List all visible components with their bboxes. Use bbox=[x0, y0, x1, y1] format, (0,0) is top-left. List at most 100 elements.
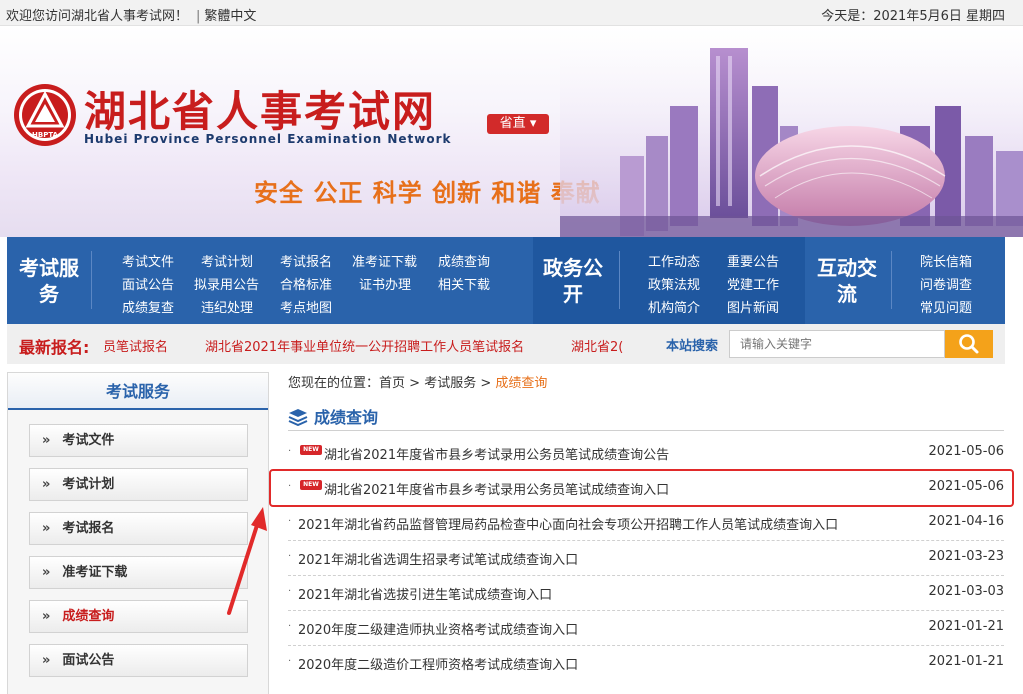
nav-section-exam-service: 考试服务 考试文件 考试计划 考试报名 准考证下载 成绩查询 面试公告 拟录用公… bbox=[7, 237, 533, 324]
list-item-date: 2021-03-03 bbox=[928, 584, 1004, 599]
highlight-box-annotation bbox=[269, 469, 1014, 507]
sidebar-item-label: 准考证下载 bbox=[62, 565, 128, 580]
nav-section-title: 政务公开 bbox=[543, 256, 603, 306]
list-item-date: 2021-05-06 bbox=[928, 444, 1004, 459]
double-chevron-right-icon: » bbox=[42, 477, 51, 492]
nav-item-score-review[interactable]: 成绩复查 bbox=[122, 297, 174, 316]
nav-item-admission-download[interactable]: 准考证下载 bbox=[352, 251, 417, 270]
registration-marquee: 员笔试报名 湖北省2021年事业单位统一公开招聘工作人员笔试报名 湖北省2( bbox=[103, 336, 623, 354]
latest-registration-label: 最新报名: bbox=[19, 338, 90, 357]
sidebar-item-label: 考试报名 bbox=[62, 521, 115, 536]
double-chevron-right-icon: » bbox=[42, 609, 51, 624]
latest-registration-bar: 最新报名: 员笔试报名 湖北省2021年事业单位统一公开招聘工作人员笔试报名 湖… bbox=[7, 324, 1005, 364]
search-input[interactable] bbox=[729, 330, 945, 358]
seal-text: HBPTA bbox=[32, 131, 59, 139]
marquee-link[interactable]: 湖北省2021年事业单位统一公开招聘工作人员笔试报名 bbox=[205, 336, 524, 354]
marquee-link[interactable]: 湖北省2( bbox=[571, 336, 623, 354]
today-date: 今天是：2021年5月6日 星期四 bbox=[821, 9, 1005, 24]
sidebar-item-label: 考试文件 bbox=[62, 433, 115, 448]
red-arrow-annotation-icon bbox=[227, 507, 267, 615]
nav-item-work-news[interactable]: 工作动态 bbox=[648, 251, 700, 270]
list-item-title[interactable]: 2020年度二级造价工程师资格考试成绩查询入口 bbox=[298, 654, 578, 673]
site-slogan: 安全 公正 科学 创新 和谐 奉献 bbox=[254, 179, 601, 207]
nav-item-policy[interactable]: 政策法规 bbox=[648, 274, 700, 293]
nav-item-certificate[interactable]: 证书办理 bbox=[359, 274, 411, 293]
top-bar: 欢迎您访问湖北省人事考试网！ | 繁體中文 今天是：2021年5月6日 星期四 bbox=[0, 0, 1023, 26]
breadcrumb-home[interactable]: 首页 bbox=[379, 376, 405, 391]
list-item-title[interactable]: 湖北省2021年度省市县乡考试录用公务员笔试成绩查询公告 bbox=[324, 444, 669, 463]
nav-item-important-notice[interactable]: 重要公告 bbox=[727, 251, 779, 270]
nav-item-exam-docs[interactable]: 考试文件 bbox=[122, 251, 174, 270]
bullet-dot-icon: · bbox=[288, 621, 292, 632]
nav-section-title: 互动交流 bbox=[817, 256, 877, 306]
sidebar-item-label: 考试计划 bbox=[62, 477, 115, 492]
double-chevron-right-icon: » bbox=[42, 433, 51, 448]
nav-item-party-work[interactable]: 党建工作 bbox=[727, 274, 779, 293]
double-chevron-right-icon: » bbox=[42, 521, 51, 536]
search-button[interactable] bbox=[945, 330, 993, 358]
province-select-label: 省直 bbox=[499, 116, 526, 131]
list-item[interactable]: · 2021年湖北省选拔引进生笔试成绩查询入口 2021-03-03 bbox=[288, 576, 1004, 611]
new-badge-icon: NEW bbox=[300, 445, 322, 455]
list-item-title[interactable]: 2020年度二级建造师执业资格考试成绩查询入口 bbox=[298, 619, 578, 638]
sidebar-item-interview-notice[interactable]: » 面试公告 bbox=[29, 644, 248, 677]
title-divider bbox=[288, 430, 1004, 431]
traditional-chinese-link[interactable]: 繁體中文 bbox=[204, 9, 256, 24]
nav-divider bbox=[619, 251, 620, 309]
nav-item-survey[interactable]: 问卷调查 bbox=[920, 274, 972, 293]
nav-item-interview-notice[interactable]: 面试公告 bbox=[122, 274, 174, 293]
breadcrumb-parent[interactable]: 考试服务 bbox=[424, 376, 476, 391]
sidebar-title: 考试服务 bbox=[8, 373, 268, 410]
sidebar-item-exam-plan[interactable]: » 考试计划 bbox=[29, 468, 248, 501]
city-skyline-illustration bbox=[560, 26, 1023, 237]
nav-item-faq[interactable]: 常见问题 bbox=[920, 297, 972, 316]
list-item-title[interactable]: 2021年湖北省药品监督管理局药品检查中心面向社会专项公开招聘工作人员笔试成绩查… bbox=[298, 514, 838, 533]
list-item[interactable]: · 2021年湖北省药品监督管理局药品检查中心面向社会专项公开招聘工作人员笔试成… bbox=[288, 506, 1004, 541]
page-title: 成绩查询 bbox=[288, 404, 378, 428]
nav-item-downloads[interactable]: 相关下载 bbox=[438, 274, 490, 293]
list-item-title[interactable]: 2021年湖北省选拔引进生笔试成绩查询入口 bbox=[298, 584, 552, 603]
chevron-down-icon: ▾ bbox=[529, 116, 537, 131]
bullet-dot-icon: · bbox=[288, 551, 292, 562]
nav-item-exam-registration[interactable]: 考试报名 bbox=[280, 251, 332, 270]
list-item[interactable]: · 2020年度二级建造师执业资格考试成绩查询入口 2021-01-21 bbox=[288, 611, 1004, 646]
nav-item-score-query[interactable]: 成绩查询 bbox=[438, 251, 490, 270]
welcome-text: 欢迎您访问湖北省人事考试网！ bbox=[6, 9, 189, 24]
bullet-dot-icon: · bbox=[288, 656, 292, 667]
list-item[interactable]: · NEW 湖北省2021年度省市县乡考试录用公务员笔试成绩查询公告 2021-… bbox=[288, 436, 1004, 471]
page-title-text: 成绩查询 bbox=[314, 408, 379, 427]
nav-item-photo-news[interactable]: 图片新闻 bbox=[727, 297, 779, 316]
nav-divider bbox=[891, 251, 892, 309]
nav-section-title: 考试服务 bbox=[19, 256, 79, 306]
breadcrumb-current: 成绩查询 bbox=[495, 376, 548, 391]
list-item[interactable]: · 2021年湖北省选调生招录考试笔试成绩查询入口 2021-03-23 bbox=[288, 541, 1004, 576]
list-item-title[interactable]: 2021年湖北省选调生招录考试笔试成绩查询入口 bbox=[298, 549, 578, 568]
province-select-button[interactable]: 省直 ▾ bbox=[487, 114, 549, 134]
nav-item-violation[interactable]: 违纪处理 bbox=[201, 297, 253, 316]
nav-item-hire-notice[interactable]: 拟录用公告 bbox=[194, 274, 259, 293]
sidebar-item-exam-docs[interactable]: » 考试文件 bbox=[29, 424, 248, 457]
breadcrumb: 您现在的位置：首页 > 考试服务 > 成绩查询 bbox=[288, 372, 547, 391]
breadcrumb-separator: > bbox=[480, 376, 492, 391]
sidebar-item-label: 成绩查询 bbox=[62, 609, 115, 624]
site-title[interactable]: 湖北省人事考试网 bbox=[84, 78, 436, 139]
site-search-label: 本站搜索 bbox=[666, 339, 719, 354]
sidebar-item-label: 面试公告 bbox=[62, 653, 115, 668]
breadcrumb-prefix: 您现在的位置： bbox=[288, 376, 380, 391]
marquee-link[interactable]: 员笔试报名 bbox=[103, 336, 168, 354]
nav-section-interaction: 互动交流 院长信箱 问卷调查 常见问题 bbox=[805, 237, 1005, 324]
breadcrumb-separator: > bbox=[409, 376, 421, 391]
list-item-date: 2021-01-21 bbox=[928, 654, 1004, 669]
nav-section-gov-affairs: 政务公开 工作动态 重要公告 政策法规 党建工作 机构简介 图片新闻 bbox=[533, 237, 805, 324]
nav-item-exam-plan[interactable]: 考试计划 bbox=[201, 251, 253, 270]
list-item[interactable]: · 2020年度二级造价工程师资格考试成绩查询入口 2021-01-21 bbox=[288, 646, 1004, 681]
layers-icon bbox=[288, 409, 308, 426]
site-logo-seal-icon[interactable]: HBPTA bbox=[12, 82, 78, 148]
main-nav: 考试服务 考试文件 考试计划 考试报名 准考证下载 成绩查询 面试公告 拟录用公… bbox=[7, 237, 1005, 324]
nav-item-director-mailbox[interactable]: 院长信箱 bbox=[920, 251, 972, 270]
nav-item-org-intro[interactable]: 机构简介 bbox=[648, 297, 700, 316]
list-item-date: 2021-04-16 bbox=[928, 514, 1004, 529]
nav-item-pass-standard[interactable]: 合格标准 bbox=[280, 274, 332, 293]
double-chevron-right-icon: » bbox=[42, 653, 51, 668]
nav-item-exam-map[interactable]: 考点地图 bbox=[280, 297, 332, 316]
